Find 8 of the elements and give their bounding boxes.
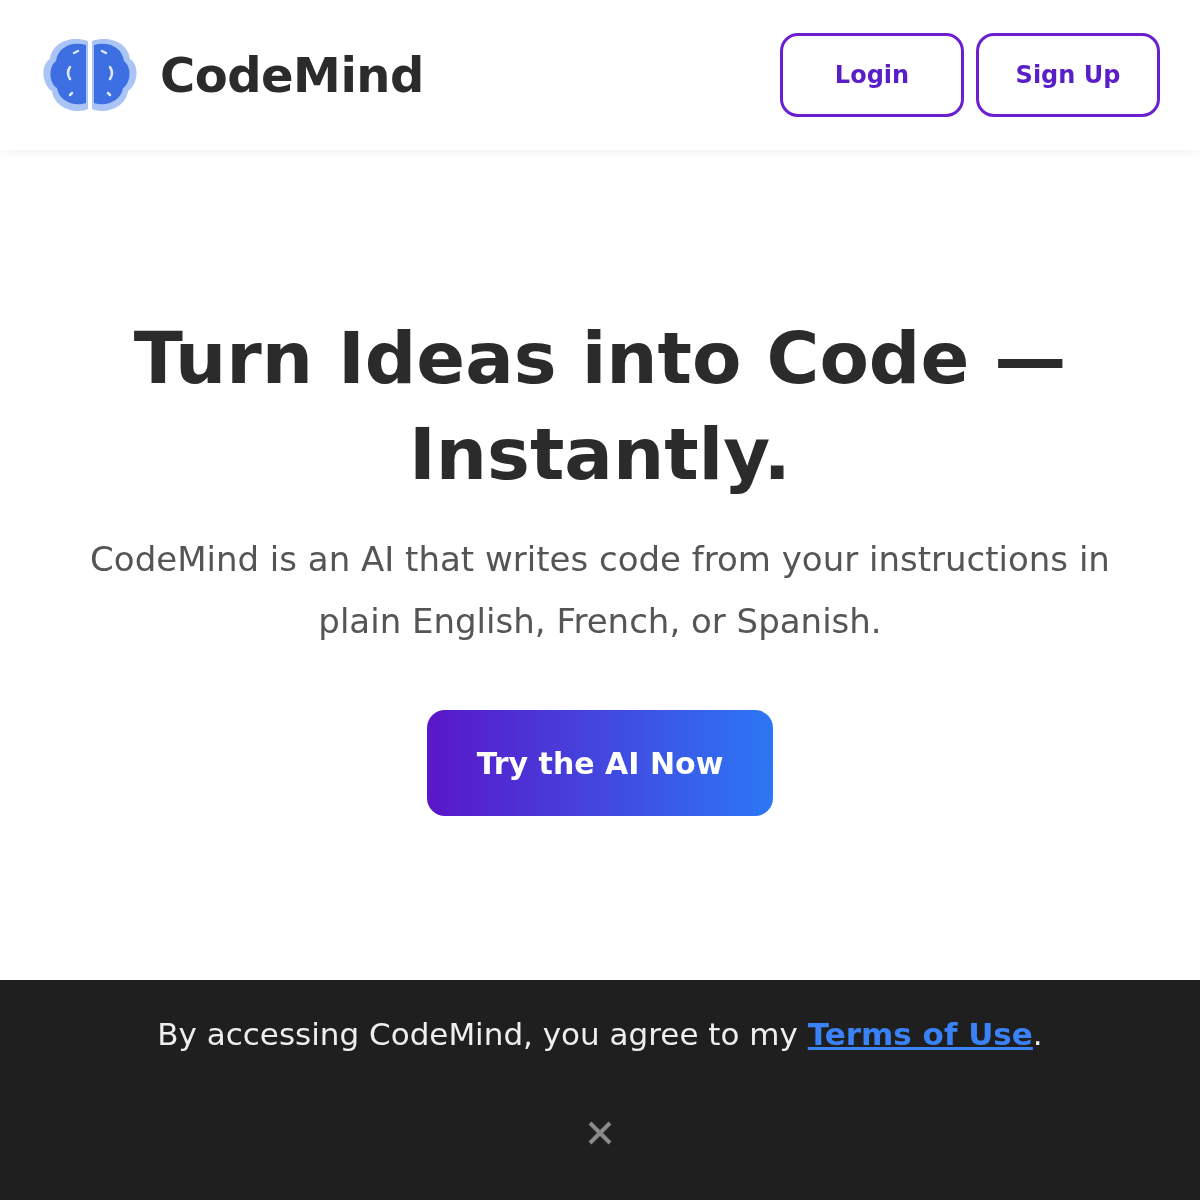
hero-title: Turn Ideas into Code — Instantly. (132, 315, 1068, 498)
cta-button[interactable]: Try the AI Now (427, 710, 773, 816)
consent-text: By accessing CodeMind, you agree to my Terms of Use. (157, 1016, 1043, 1052)
terms-link[interactable]: Terms of Use (807, 1016, 1033, 1052)
signup-button[interactable]: Sign Up (976, 33, 1160, 117)
hero-subtitle: CodeMind is an AI that writes code from your instructions in plain English, French, or Spanish. (89, 538, 1111, 643)
login-button[interactable]: Login (780, 33, 964, 117)
brand-name: CodeMind (160, 47, 424, 103)
